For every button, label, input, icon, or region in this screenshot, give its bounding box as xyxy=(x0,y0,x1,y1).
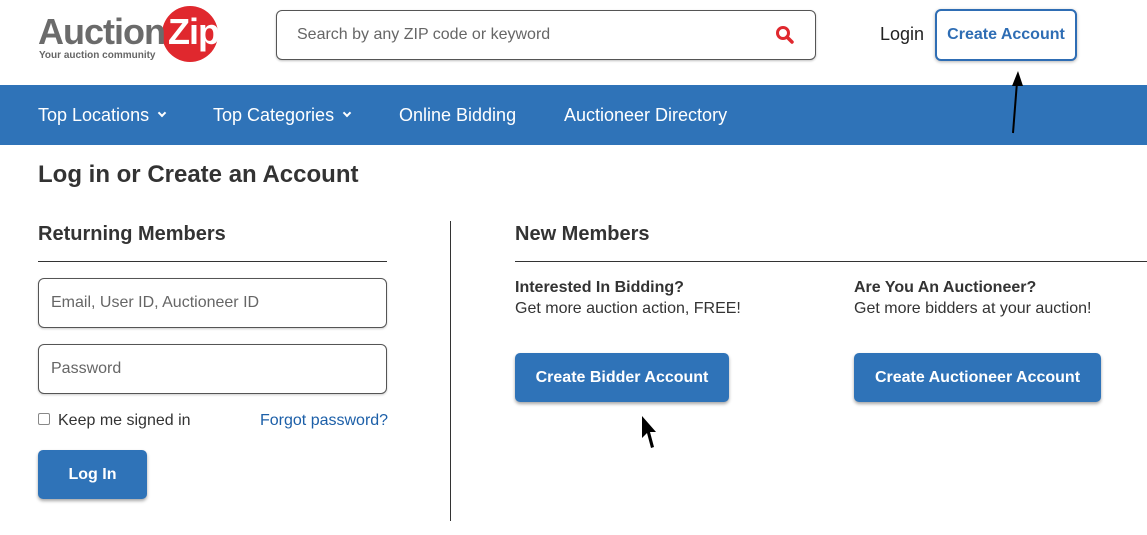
auctioneer-text: Get more bidders at your auction! xyxy=(854,300,1092,317)
auctionzip-logo[interactable]: Auction Zip Your auction community xyxy=(38,6,220,64)
search-box xyxy=(276,10,816,60)
email-field[interactable] xyxy=(38,278,387,328)
keep-signed-in-label[interactable]: Keep me signed in xyxy=(58,412,191,430)
password-field[interactable] xyxy=(38,344,387,394)
nav-online-bidding[interactable]: Online Bidding xyxy=(399,85,516,145)
nav-item-label: Top Categories xyxy=(213,104,335,125)
search-input[interactable] xyxy=(277,11,757,59)
column-divider xyxy=(450,221,451,521)
create-auctioneer-account-button[interactable]: Create Auctioneer Account xyxy=(854,353,1101,402)
auctioneer-heading: Are You An Auctioneer? xyxy=(854,279,1037,296)
main-nav: Top Locations Top Categories Online Bidd… xyxy=(0,85,1147,145)
returning-members-heading: Returning Members xyxy=(38,223,226,245)
page-title: Log in or Create an Account xyxy=(38,161,359,188)
nav-item-label: Top Locations xyxy=(38,104,150,125)
bidder-heading: Interested In Bidding? xyxy=(515,279,684,296)
chevron-down-icon xyxy=(157,108,167,118)
returning-members-divider xyxy=(38,261,387,262)
nav-item-label: Auctioneer Directory xyxy=(564,104,728,125)
login-button[interactable]: Log In xyxy=(38,450,147,499)
nav-top-locations[interactable]: Top Locations xyxy=(38,85,167,145)
new-members-heading: New Members xyxy=(515,223,650,245)
annotation-arrow-icon xyxy=(1012,71,1023,134)
nav-top-categories[interactable]: Top Categories xyxy=(213,85,352,145)
search-icon[interactable] xyxy=(775,25,795,45)
create-bidder-account-button[interactable]: Create Bidder Account xyxy=(515,353,729,402)
chevron-down-icon xyxy=(342,108,352,118)
create-account-button[interactable]: Create Account xyxy=(935,9,1077,61)
nav-item-label: Online Bidding xyxy=(399,104,517,125)
keep-signed-in-checkbox[interactable] xyxy=(38,413,50,425)
forgot-password-link[interactable]: Forgot password? xyxy=(260,412,388,430)
new-members-divider xyxy=(515,261,1147,262)
logo-zip-text: Zip xyxy=(168,11,220,52)
login-link[interactable]: Login xyxy=(880,24,924,45)
logo-wordmark: Auction xyxy=(38,11,166,52)
nav-auctioneer-directory[interactable]: Auctioneer Directory xyxy=(564,85,727,145)
mouse-cursor-icon xyxy=(642,416,656,448)
logo-tagline: Your auction community xyxy=(39,50,156,61)
site-header: Auction Zip Your auction community Login… xyxy=(0,0,1147,85)
bidder-text: Get more auction action, FREE! xyxy=(515,300,741,317)
